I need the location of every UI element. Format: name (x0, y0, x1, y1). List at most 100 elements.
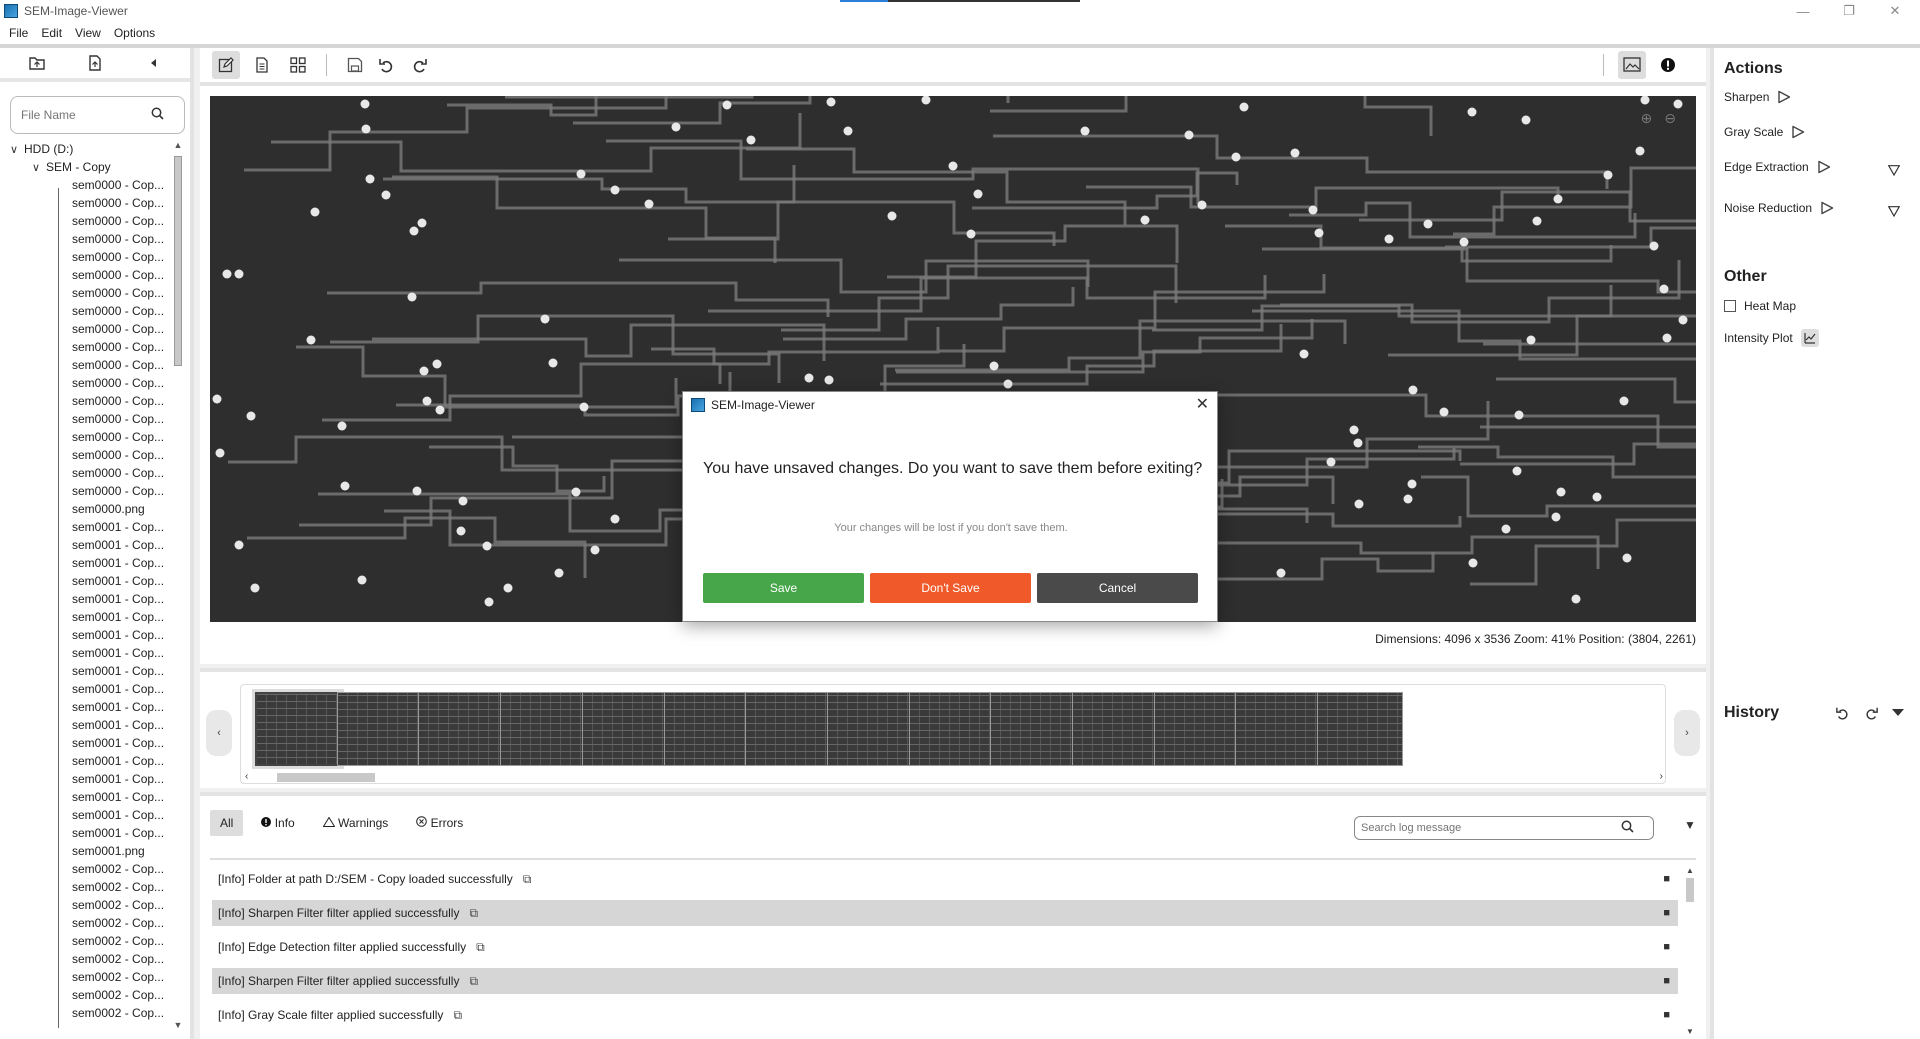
chevron-down-icon[interactable]: ∨ (10, 141, 24, 159)
file-search[interactable] (10, 96, 185, 134)
scroll-down-icon[interactable]: ▼ (172, 1020, 184, 1030)
undo-icon[interactable] (1836, 706, 1850, 720)
file-item[interactable]: sem0000 - Cop... (10, 392, 174, 410)
thumbnail-scrollbar[interactable]: ‹ › (241, 771, 1665, 783)
file-item[interactable]: sem0000 - Cop... (10, 446, 174, 464)
thumbnail-next-button[interactable]: › (1674, 710, 1700, 756)
file-item[interactable]: sem0000 - Cop... (10, 248, 174, 266)
tab-all[interactable]: All (210, 810, 244, 836)
thumbnail-image[interactable] (1072, 692, 1158, 766)
plot-icon[interactable] (1800, 329, 1819, 347)
file-item[interactable]: sem0001 - Cop... (10, 608, 174, 626)
file-item[interactable]: sem0000 - Cop... (10, 230, 174, 248)
file-item[interactable]: sem0002 - Cop... (10, 968, 174, 986)
thumbnail-image[interactable] (336, 692, 423, 766)
zoom-out-icon[interactable]: ⊖ (1664, 110, 1676, 127)
thumbnail-prev-button[interactable]: ‹ (206, 710, 232, 756)
delete-icon[interactable]: ■ (1663, 900, 1670, 926)
file-item[interactable]: sem0001 - Cop... (10, 518, 174, 536)
scroll-right-icon[interactable]: › (1660, 771, 1663, 782)
file-item[interactable]: sem0002 - Cop... (10, 986, 174, 1004)
file-item[interactable]: sem0001 - Cop... (10, 770, 174, 788)
close-window-button[interactable]: ✕ (1872, 0, 1918, 22)
file-item[interactable]: sem0001 - Cop... (10, 572, 174, 590)
close-icon[interactable]: ✕ (1196, 394, 1209, 414)
file-item[interactable]: sem0001 - Cop... (10, 644, 174, 662)
thumbnail-image[interactable] (990, 692, 1077, 766)
play-icon[interactable] (1791, 125, 1805, 139)
file-item[interactable]: sem0001 - Cop... (10, 590, 174, 608)
thumbnail-image[interactable] (500, 692, 587, 766)
tab-warnings[interactable]: Warnings (313, 810, 399, 836)
save-button[interactable]: Save (703, 573, 864, 603)
file-item[interactable]: sem0000 - Cop... (10, 410, 174, 428)
chevron-down-icon[interactable] (1892, 706, 1904, 718)
file-item[interactable]: sem0000 - Cop... (10, 266, 174, 284)
play-icon[interactable] (1817, 160, 1831, 174)
info-icon[interactable] (1654, 51, 1682, 79)
intensity-plot-option[interactable]: Intensity Plot (1724, 329, 1819, 347)
thumbnail-image[interactable] (1317, 692, 1404, 766)
log-search-input[interactable] (1361, 822, 1621, 834)
file-item[interactable]: sem0002 - Cop... (10, 914, 174, 932)
chevron-down-icon[interactable]: ∨ (32, 159, 46, 177)
action-edge-extraction[interactable]: Edge Extraction (1724, 160, 1831, 174)
menu-file[interactable]: File (4, 26, 36, 40)
redo-icon[interactable] (405, 51, 433, 79)
thumbnail-image[interactable] (418, 692, 505, 766)
file-item[interactable]: sem0000 - Cop... (10, 212, 174, 230)
grid-view-icon[interactable] (284, 51, 312, 79)
scroll-left-icon[interactable]: ‹ (245, 771, 248, 782)
file-item[interactable]: sem0001 - Cop... (10, 752, 174, 770)
document-icon[interactable] (248, 51, 276, 79)
log-dropdown-icon[interactable]: ▼ (1684, 818, 1696, 832)
file-item[interactable]: sem0000 - Cop... (10, 302, 174, 320)
zoom-in-icon[interactable]: ⊕ (1641, 110, 1653, 127)
search-icon[interactable] (1621, 820, 1634, 836)
thumbnail-image[interactable] (1235, 692, 1322, 766)
file-item[interactable]: sem0002 - Cop... (10, 896, 174, 914)
save-icon[interactable] (341, 51, 369, 79)
action-noise-reduction[interactable]: Noise Reduction (1724, 201, 1834, 215)
scrollbar-thumb[interactable] (174, 156, 182, 366)
filter-icon[interactable] (1888, 165, 1900, 176)
file-item[interactable]: sem0000 - Cop... (10, 320, 174, 338)
file-item[interactable]: sem0000 - Cop... (10, 194, 174, 212)
open-external-icon[interactable]: ⧉ (476, 934, 485, 960)
maximize-button[interactable]: ❐ (1826, 0, 1872, 22)
file-item[interactable]: sem0000 - Cop... (10, 356, 174, 374)
delete-icon[interactable]: ■ (1663, 968, 1670, 994)
delete-icon[interactable]: ■ (1663, 866, 1670, 892)
tab-errors[interactable]: Errors (406, 810, 473, 836)
delete-icon[interactable]: ■ (1663, 1002, 1670, 1028)
tab-info[interactable]: Info (251, 810, 304, 836)
file-item[interactable]: sem0002 - Cop... (10, 932, 174, 950)
file-item[interactable]: sem0002 - Cop... (10, 878, 174, 896)
file-item[interactable]: sem0001 - Cop... (10, 734, 174, 752)
file-item[interactable]: sem0001.png (10, 842, 174, 860)
thumbnail-image[interactable] (826, 692, 913, 766)
thumbnail-image[interactable] (581, 692, 668, 766)
thumbnail-image[interactable] (908, 692, 995, 766)
menu-view[interactable]: View (70, 26, 109, 40)
edit-icon[interactable] (212, 51, 240, 79)
file-tree-scrollbar[interactable]: ▲ ▼ (172, 140, 184, 1030)
scroll-up-icon[interactable]: ▲ (172, 140, 184, 150)
minimize-button[interactable]: — (1780, 0, 1826, 22)
action-sharpen[interactable]: Sharpen (1724, 90, 1791, 104)
file-search-input[interactable] (21, 108, 151, 122)
file-item[interactable]: sem0000 - Cop... (10, 338, 174, 356)
scroll-down-icon[interactable]: ▼ (1686, 1027, 1694, 1036)
redo-icon[interactable] (1864, 706, 1878, 720)
collapse-panel-icon[interactable] (144, 54, 162, 72)
file-item[interactable]: sem0000 - Cop... (10, 284, 174, 302)
filter-icon[interactable] (1888, 206, 1900, 217)
image-compare-icon[interactable] (1618, 51, 1646, 79)
open-external-icon[interactable]: ⧉ (469, 900, 478, 926)
cancel-button[interactable]: Cancel (1037, 573, 1198, 603)
file-item[interactable]: sem0001 - Cop... (10, 536, 174, 554)
menu-options[interactable]: Options (109, 26, 163, 40)
heat-map-checkbox[interactable] (1724, 300, 1736, 312)
file-item[interactable]: sem0000 - Cop... (10, 464, 174, 482)
dont-save-button[interactable]: Don't Save (870, 573, 1031, 603)
